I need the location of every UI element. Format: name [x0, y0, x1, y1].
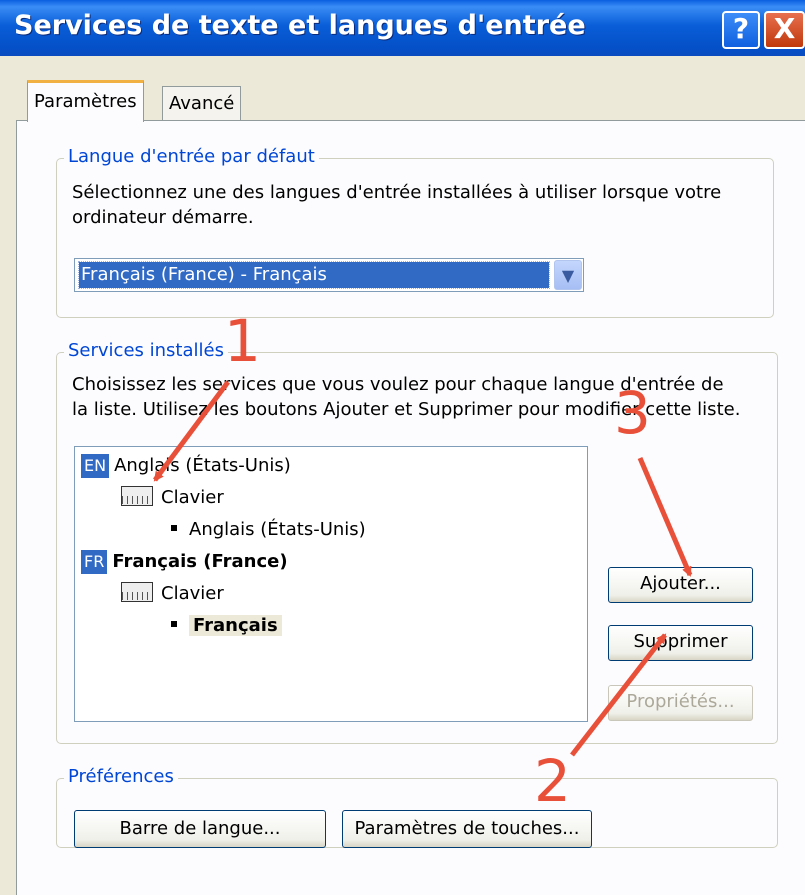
bullet-icon — [171, 525, 177, 531]
annotation-number-1: 1 — [224, 307, 261, 375]
title-bar[interactable]: Services de texte et langues d'entrée ? … — [0, 0, 805, 56]
tab-avance[interactable]: Avancé — [162, 86, 242, 122]
default-language-legend: Langue d'entrée par défaut — [64, 146, 319, 167]
tree-category-fr[interactable]: Clavier — [121, 581, 224, 607]
tree-layout-label: Anglais (États-Unis) — [189, 519, 366, 540]
default-language-value: Français (France) - Français — [78, 261, 550, 289]
services-tree[interactable]: EN Anglais (États-Unis) Clavier Anglais (… — [74, 446, 588, 722]
tab-parametres[interactable]: Paramètres — [27, 80, 144, 122]
bullet-icon — [171, 621, 177, 627]
language-bar-button[interactable]: Barre de langue... — [74, 810, 326, 848]
default-language-select[interactable]: Français (France) - Français ▼ — [74, 258, 584, 292]
tree-layout-en[interactable]: Anglais (États-Unis) — [171, 517, 366, 543]
default-language-desc-2: ordinateur démarre. — [72, 207, 254, 228]
close-button[interactable]: X — [764, 11, 805, 49]
installed-services-legend: Services installés — [64, 340, 228, 361]
annotation-number-2: 2 — [534, 747, 571, 815]
language-badge-fr: FR — [81, 550, 108, 574]
tree-language-label: Français (France) — [112, 551, 288, 572]
remove-button[interactable]: Supprimer — [608, 625, 753, 661]
chevron-down-icon[interactable]: ▼ — [554, 260, 582, 290]
tree-category-label: Clavier — [161, 487, 224, 508]
tree-layout-fr[interactable]: Français — [171, 613, 282, 639]
tree-language-fr[interactable]: FR Français (France) — [81, 549, 288, 575]
default-language-desc-1: Sélectionnez une des langues d'entrée in… — [72, 182, 722, 203]
keyboard-icon — [121, 486, 153, 506]
add-button[interactable]: Ajouter... — [608, 567, 753, 603]
tree-category-en[interactable]: Clavier — [121, 485, 224, 511]
preferences-legend: Préférences — [64, 766, 178, 787]
annotation-number-3: 3 — [614, 379, 651, 447]
properties-button[interactable]: Propriétés... — [608, 685, 753, 721]
tree-language-label: Anglais (États-Unis) — [114, 455, 291, 476]
tree-layout-label: Français — [189, 615, 282, 636]
window-title: Services de texte et langues d'entrée — [14, 10, 586, 41]
keyboard-icon — [121, 582, 153, 602]
tree-category-label: Clavier — [161, 583, 224, 604]
tree-language-en[interactable]: EN Anglais (États-Unis) — [81, 453, 291, 479]
language-badge-en: EN — [81, 454, 110, 478]
help-button[interactable]: ? — [722, 11, 760, 49]
key-settings-button[interactable]: Paramètres de touches... — [342, 810, 592, 848]
